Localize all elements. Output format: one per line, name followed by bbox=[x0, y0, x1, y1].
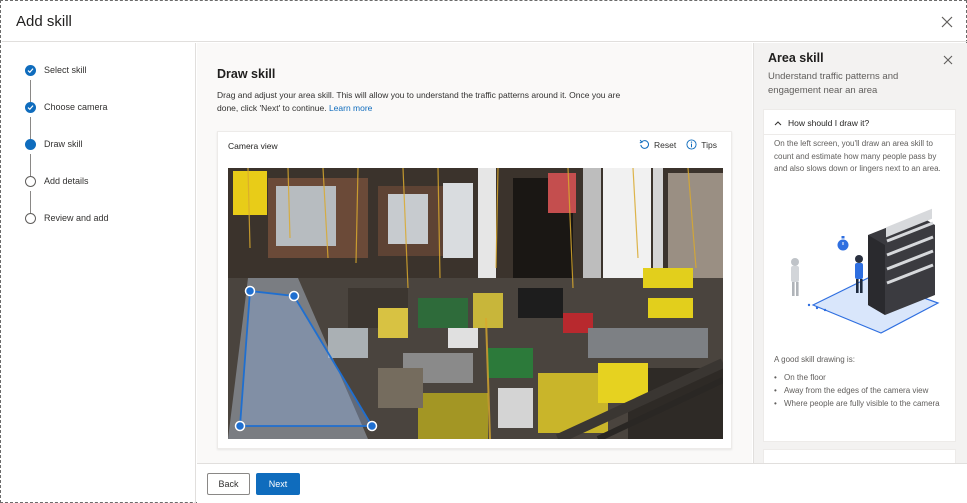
panel-title: Area skill bbox=[768, 51, 824, 65]
page-description: Drag and adjust your area skill. This wi… bbox=[217, 89, 637, 115]
step-label: Choose camera bbox=[44, 102, 108, 112]
list-item: Where people are fully visible to the ca… bbox=[774, 398, 944, 410]
list-item: On the floor bbox=[774, 372, 944, 384]
reset-label: Reset bbox=[654, 139, 677, 150]
reset-icon bbox=[639, 139, 650, 149]
step-label: Draw skill bbox=[44, 139, 83, 149]
area-skill-panel: Area skill Understand traffic patterns a… bbox=[753, 43, 967, 463]
step-label: Select skill bbox=[44, 65, 87, 75]
step-label: Review and add bbox=[44, 213, 109, 223]
camera-actions: Reset Tips bbox=[639, 139, 717, 150]
reset-button[interactable]: Reset bbox=[639, 139, 676, 150]
good-drawing-heading: A good skill drawing is: bbox=[774, 355, 855, 364]
tips-button[interactable]: Tips bbox=[686, 139, 717, 150]
chevron-up-icon bbox=[774, 121, 782, 126]
page-title: Draw skill bbox=[217, 67, 276, 81]
next-tip-card bbox=[763, 449, 956, 463]
panel-subtitle: Understand traffic patterns and engageme… bbox=[768, 71, 899, 96]
good-drawing-list: On the floor Away from the edges of the … bbox=[774, 372, 944, 411]
check-icon bbox=[25, 64, 36, 76]
description-text: Drag and adjust your area skill. This wi… bbox=[217, 90, 621, 113]
how-to-draw-toggle[interactable]: How should I draw it? bbox=[774, 118, 869, 128]
step-select-skill[interactable]: Select skill bbox=[25, 63, 87, 77]
back-button[interactable]: Back bbox=[207, 473, 250, 495]
next-button[interactable]: Next bbox=[256, 473, 300, 495]
wizard-stepper: Select skill Choose camera Draw skill Ad… bbox=[2, 43, 196, 503]
check-icon bbox=[25, 101, 36, 113]
step-draw-skill[interactable]: Draw skill bbox=[25, 137, 83, 151]
dialog-title: Add skill bbox=[16, 13, 72, 30]
step-choose-camera[interactable]: Choose camera bbox=[25, 100, 108, 114]
tips-card: How should I draw it? On the left screen… bbox=[763, 109, 956, 442]
close-icon[interactable] bbox=[941, 16, 953, 28]
list-item: Away from the edges of the camera view bbox=[774, 385, 944, 397]
question-label: How should I draw it? bbox=[788, 118, 870, 128]
camera-image[interactable] bbox=[228, 168, 723, 439]
camera-view-card: Camera view Reset Tips bbox=[217, 131, 732, 449]
tip-body: On the left screen, you'll draw an area … bbox=[774, 139, 941, 173]
pending-step-icon bbox=[25, 175, 36, 187]
pending-step-icon bbox=[25, 212, 36, 224]
learn-more-link[interactable]: Learn more bbox=[329, 103, 372, 113]
main-content: Draw skill Drag and adjust your area ski… bbox=[197, 43, 752, 463]
divider bbox=[764, 134, 955, 135]
step-review-and-add[interactable]: Review and add bbox=[25, 211, 109, 225]
current-step-icon bbox=[25, 138, 36, 150]
warehouse-scene bbox=[228, 168, 723, 439]
dialog-footer: Back Next bbox=[197, 463, 967, 503]
area-skill-illustration bbox=[791, 208, 940, 334]
tips-label: Tips bbox=[701, 139, 717, 150]
dialog-header: Add skill bbox=[2, 2, 967, 42]
step-label: Add details bbox=[44, 176, 89, 186]
close-icon[interactable] bbox=[943, 55, 953, 65]
step-add-details[interactable]: Add details bbox=[25, 174, 89, 188]
camera-view-title: Camera view bbox=[228, 141, 278, 151]
add-skill-dialog: Add skill Select skill Choose camera Dra… bbox=[0, 0, 967, 503]
info-icon bbox=[686, 139, 697, 150]
